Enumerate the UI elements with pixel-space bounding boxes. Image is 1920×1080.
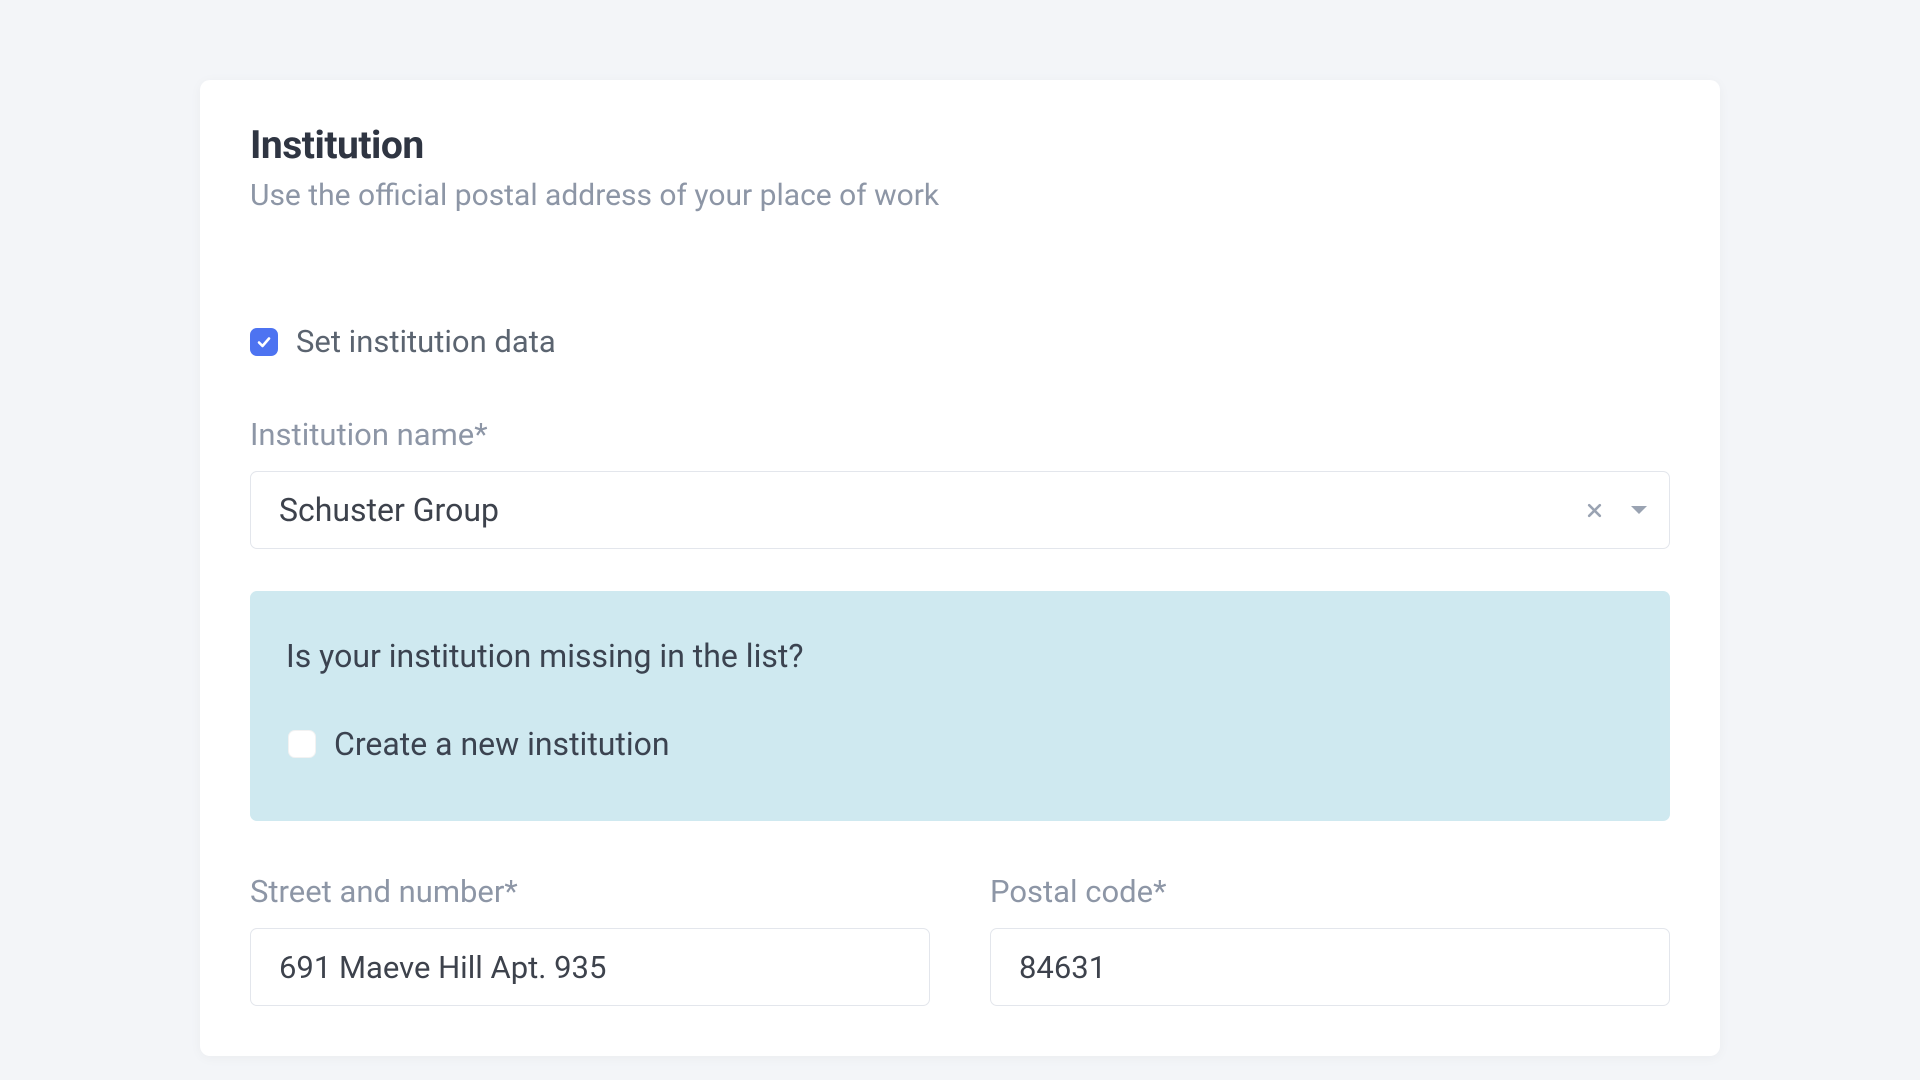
institution-name-field: Institution name* Schuster Group	[250, 416, 1670, 549]
missing-institution-panel: Is your institution missing in the list?…	[250, 591, 1670, 821]
postal-input[interactable]	[1019, 949, 1641, 986]
section-title: Institution	[250, 122, 1670, 168]
create-institution-label: Create a new institution	[334, 725, 670, 763]
create-institution-checkbox[interactable]	[288, 730, 316, 758]
street-input[interactable]	[279, 949, 901, 986]
institution-name-value: Schuster Group	[279, 491, 1586, 529]
street-input-wrapper	[250, 928, 930, 1006]
missing-institution-title: Is your institution missing in the list?	[286, 637, 1634, 675]
address-row: Street and number* Postal code*	[250, 873, 1670, 1006]
section-subtitle: Use the official postal address of your …	[250, 178, 1670, 213]
clear-icon[interactable]	[1586, 502, 1603, 519]
select-controls	[1586, 502, 1649, 519]
chevron-down-icon[interactable]	[1629, 503, 1649, 517]
set-institution-data-label: Set institution data	[296, 323, 556, 360]
postal-field: Postal code*	[990, 873, 1670, 1006]
street-label: Street and number*	[250, 873, 930, 910]
create-institution-row: Create a new institution	[288, 725, 1634, 763]
postal-input-wrapper	[990, 928, 1670, 1006]
institution-name-label: Institution name*	[250, 416, 1670, 453]
check-icon	[256, 334, 272, 350]
set-institution-data-checkbox[interactable]	[250, 328, 278, 356]
set-institution-data-row: Set institution data	[250, 323, 1670, 360]
institution-card: Institution Use the official postal addr…	[200, 80, 1720, 1056]
institution-name-select[interactable]: Schuster Group	[250, 471, 1670, 549]
postal-label: Postal code*	[990, 873, 1670, 910]
street-field: Street and number*	[250, 873, 930, 1006]
